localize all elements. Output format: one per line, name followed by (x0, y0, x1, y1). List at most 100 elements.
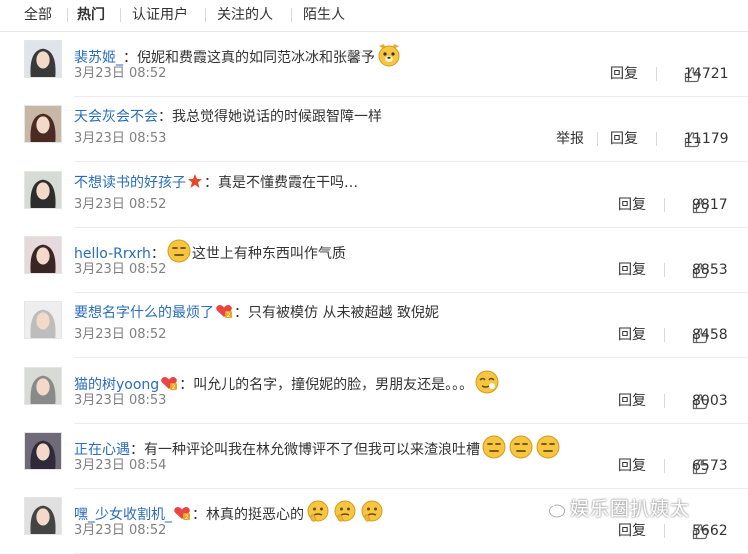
thinking-face-emoji (359, 499, 385, 531)
comment-body: 裴苏姬_：倪妮和费霞这真的如同范冰冰和张馨予 (74, 42, 738, 74)
username-link[interactable]: 猫的树yoong (74, 377, 159, 393)
comment-body: 要想名字什么的最烦了 2 ：只有被模仿 从未被超越 致倪妮 (74, 303, 738, 325)
action-divider (597, 132, 598, 147)
username-link[interactable]: 裴苏姬_ (74, 50, 123, 66)
tab-following[interactable]: 关注的人 (217, 6, 273, 24)
avatar[interactable] (24, 40, 62, 78)
heart-badge-icon: 2 (215, 303, 233, 325)
action-divider (656, 67, 657, 81)
comment-row: 天会灰会不会：我总觉得她说话的时候跟智障一样 3月23日 08:53 举报 回复 111… (0, 97, 748, 163)
thinking-face-emoji (305, 499, 331, 531)
meh-face-emoji (508, 434, 534, 466)
tab-divider (120, 8, 121, 22)
like-button[interactable]: 8003 (672, 390, 748, 410)
comment-timestamp: 3月23日 08:52 (74, 261, 167, 277)
avatar[interactable] (24, 235, 62, 274)
svg-text:2: 2 (185, 514, 189, 521)
tab-hot[interactable]: 热门 (77, 6, 105, 24)
star-badge-icon (187, 173, 203, 195)
username-link[interactable]: 天会灰会不会 (74, 109, 158, 125)
comment-timestamp: 3月23日 08:52 (74, 196, 167, 212)
action-divider (664, 524, 665, 539)
reply-button[interactable]: 回复 (618, 196, 646, 214)
filter-tabs: 全部 热门 认证用户 关注的人 陌生人 (0, 0, 748, 32)
username-link[interactable]: 正在心遇 (74, 442, 130, 458)
reply-button[interactable]: 回复 (618, 392, 646, 410)
comment-row: 裴苏姬_：倪妮和费霞这真的如同范冰冰和张馨予 3月23日 08:52 回复 14721 (0, 32, 748, 97)
comment-separator: ： (192, 507, 206, 524)
comment-timestamp: 3月23日 08:52 (74, 327, 167, 343)
reply-button[interactable]: 回复 (618, 261, 646, 279)
comment-text: 我总觉得她说话的时候跟智障一样 (172, 109, 382, 126)
comment-timestamp: 3月23日 08:52 (74, 523, 167, 539)
comment-row: 正在心遇：有一种评论叫我在林允微博评不了但我可以来渣浪吐槽 3月23日 08:54… (0, 424, 748, 489)
reply-button[interactable]: 回复 (610, 130, 638, 148)
like-count: 14721 (684, 66, 729, 82)
username-link[interactable]: 要想名字什么的最烦了 (74, 305, 214, 321)
like-button[interactable]: 8458 (672, 324, 748, 344)
avatar[interactable] (24, 431, 62, 470)
comment-body: 不想读书的好孩子 ：真是不懂费霞在干吗… (74, 173, 738, 195)
tab-divider (67, 8, 68, 22)
reply-button[interactable]: 回复 (618, 326, 646, 344)
avatar[interactable] (24, 301, 62, 340)
svg-text:2: 2 (227, 312, 231, 319)
avatar[interactable] (24, 497, 62, 536)
comment-text: 真是不懂费霞在干吗… (218, 174, 358, 191)
username-link[interactable]: 嘿_少女收割机_ (74, 507, 172, 523)
reply-button[interactable]: 回复 (618, 457, 646, 475)
like-count: 9817 (692, 196, 728, 213)
like-count: 8458 (692, 327, 728, 344)
action-divider (664, 458, 665, 473)
action-divider (664, 393, 665, 408)
watermark: 娱乐圈扒姨太 (540, 496, 740, 522)
comment-separator: ： (123, 50, 137, 66)
smirk-face-emoji (474, 369, 500, 401)
tab-all[interactable]: 全部 (24, 6, 52, 24)
avatar[interactable] (24, 366, 62, 405)
like-button[interactable]: 11179 (664, 128, 748, 148)
comment-body: 天会灰会不会：我总觉得她说话的时候跟智障一样 (74, 107, 738, 127)
like-count: 11179 (684, 131, 729, 148)
like-button[interactable]: 6573 (672, 455, 748, 475)
comment-row: hello-Rrxrh： 这世上有种东西叫作气质 3月23日 08:52 回复 8853 (0, 228, 748, 293)
comment-row: 不想读书的好孩子 ：真是不懂费霞在干吗… 3月23日 08:52 回复 9817 (0, 163, 748, 228)
comment-text: 倪妮和费霞这真的如同范冰冰和张馨予 (137, 50, 375, 66)
meh-face-emoji (535, 434, 561, 466)
reply-button[interactable]: 回复 (610, 65, 638, 83)
wechat-icon (540, 498, 565, 518)
tab-strangers[interactable]: 陌生人 (303, 6, 345, 24)
like-button[interactable]: 9817 (672, 194, 748, 214)
action-divider (656, 132, 657, 147)
meh-face-emoji (166, 238, 192, 270)
comment-row: 猫的树yoong 2 ：叫允儿的名字，撞倪妮的脸，男朋友还是。。。 3月23日 08:… (0, 359, 748, 424)
thinking-face-emoji (332, 499, 358, 531)
report-button[interactable]: 举报 (556, 130, 584, 148)
tab-divider (205, 8, 206, 22)
watermark-text: 娱乐圈扒姨太 (570, 498, 691, 520)
like-button[interactable]: 14721 (664, 63, 748, 83)
comment-separator: ： (179, 376, 194, 393)
like-count: 5662 (692, 523, 728, 540)
username-link[interactable]: hello-Rrxrh (74, 246, 151, 262)
comment-timestamp: 3月23日 08:53 (74, 392, 167, 408)
svg-text:2: 2 (172, 384, 176, 391)
comment-separator: ： (130, 441, 144, 458)
username-link[interactable]: 不想读书的好孩子 (74, 175, 186, 191)
like-count: 6573 (692, 457, 728, 474)
reply-button[interactable]: 回复 (618, 522, 646, 540)
like-button[interactable]: 5662 (672, 520, 748, 540)
action-divider (664, 197, 665, 212)
comment-separator: ： (150, 245, 165, 262)
avatar[interactable] (24, 105, 62, 144)
comment-separator: ： (234, 305, 248, 322)
tab-verified-users[interactable]: 认证用户 (132, 6, 188, 24)
avatar[interactable] (24, 170, 62, 209)
comment-timestamp: 3月23日 08:53 (74, 131, 167, 147)
comment-separator: ： (158, 109, 172, 126)
heart-badge-icon: 2 (173, 505, 191, 527)
like-button[interactable]: 8853 (672, 259, 748, 279)
dog-face-emoji (376, 42, 402, 74)
comment-text: 林真的挺恶心的 (206, 507, 304, 524)
like-count: 8003 (692, 392, 728, 409)
